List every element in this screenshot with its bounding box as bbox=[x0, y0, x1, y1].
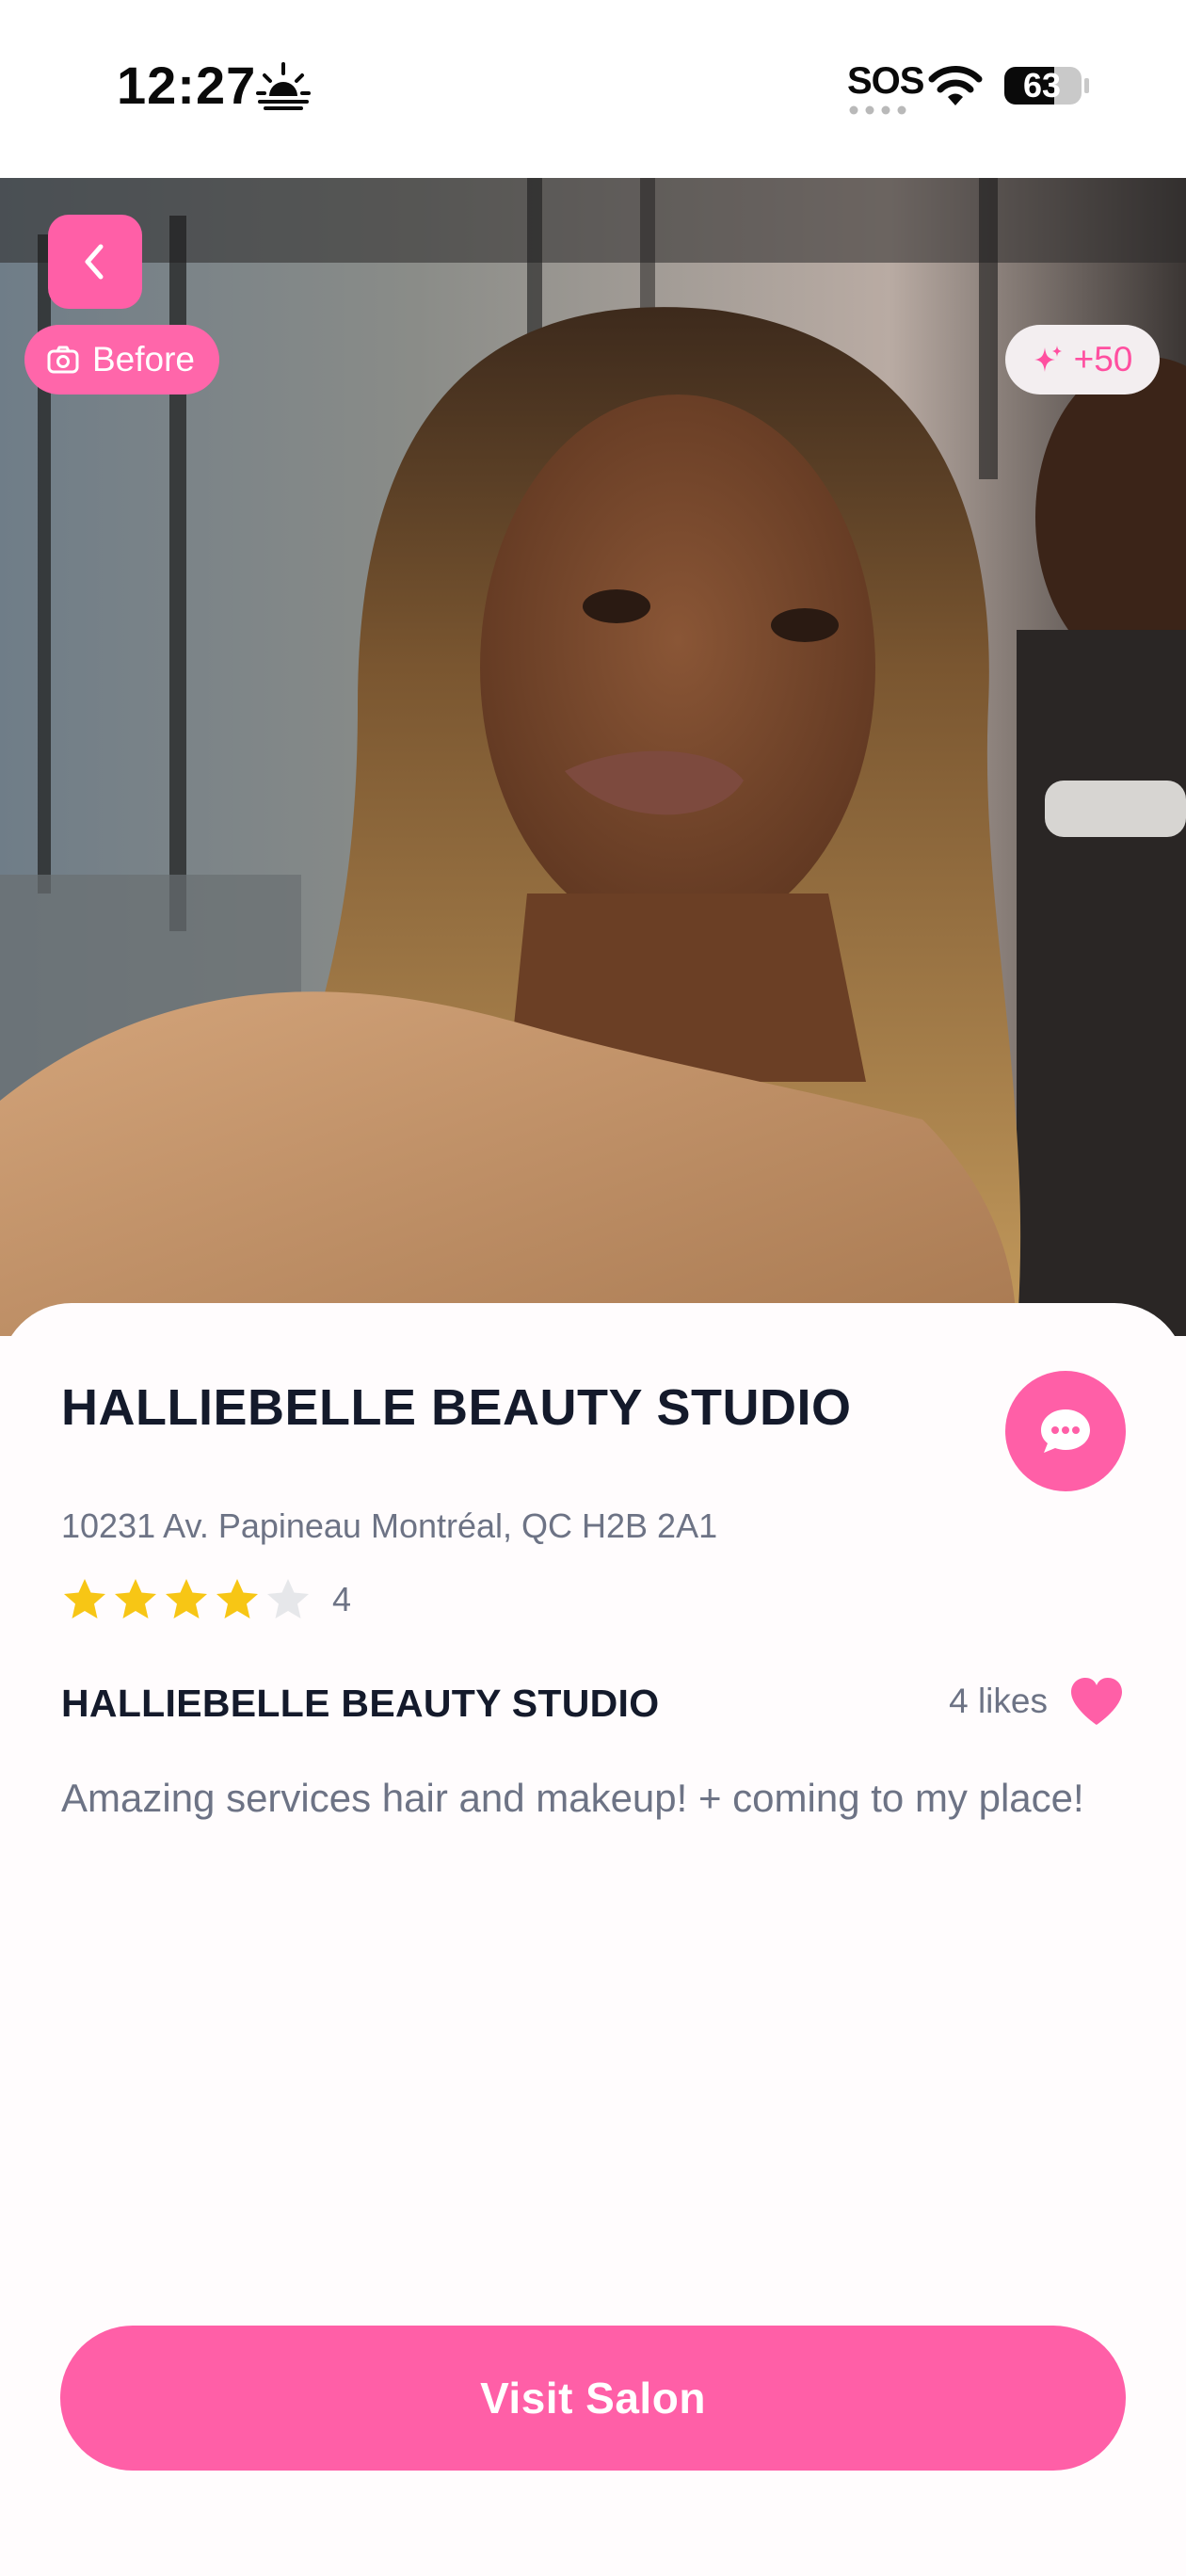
sparkle-icon bbox=[1034, 346, 1062, 372]
before-tag[interactable]: Before bbox=[24, 325, 220, 394]
salon-address: 10231 Av. Papineau Montréal, QC H2B 2A1 bbox=[61, 1506, 718, 1545]
before-label: Before bbox=[92, 340, 196, 378]
status-bar: 12:27 SOS 63 bbox=[0, 0, 1186, 178]
visit-salon-button[interactable]: Visit Salon bbox=[60, 2326, 1126, 2471]
heart-icon[interactable] bbox=[1068, 1676, 1125, 1727]
post-description: Amazing services hair and makeup! + comi… bbox=[61, 1776, 1084, 1820]
star-filled-icon bbox=[166, 1579, 207, 1618]
post-title: HALLIEBELLE BEAUTY STUDIO bbox=[61, 1682, 660, 1725]
rating-stars: 4 bbox=[61, 1576, 351, 1623]
sunrise-icon bbox=[256, 62, 311, 110]
wifi-icon bbox=[928, 66, 983, 105]
rating-value: 4 bbox=[332, 1580, 352, 1618]
points-label: +50 bbox=[1073, 340, 1133, 378]
star-filled-icon bbox=[64, 1579, 105, 1618]
camera-icon bbox=[47, 346, 79, 374]
likes-count: 4 likes bbox=[949, 1682, 1048, 1720]
star-filled-icon bbox=[115, 1579, 156, 1618]
points-badge[interactable]: +50 bbox=[1005, 325, 1160, 394]
signal-dots-icon bbox=[849, 105, 906, 115]
sos-indicator: SOS bbox=[847, 60, 924, 102]
chat-bubble-icon bbox=[1041, 1409, 1090, 1453]
chevron-left-icon bbox=[85, 244, 104, 280]
chat-button[interactable] bbox=[1005, 1371, 1126, 1491]
status-time: 12:27 bbox=[117, 56, 257, 115]
star-empty-icon bbox=[267, 1579, 309, 1618]
salon-post-screen: 12:27 SOS 63 Before +50 HALLIEBELLE BEAU… bbox=[0, 0, 1186, 2576]
likes-row: 4 likes bbox=[949, 1676, 1125, 1727]
salon-name[interactable]: HALLIEBELLE BEAUTY STUDIO bbox=[61, 1378, 852, 1437]
battery-level: 63 bbox=[1022, 66, 1062, 105]
back-button[interactable] bbox=[48, 215, 142, 309]
star-filled-icon bbox=[216, 1579, 258, 1618]
